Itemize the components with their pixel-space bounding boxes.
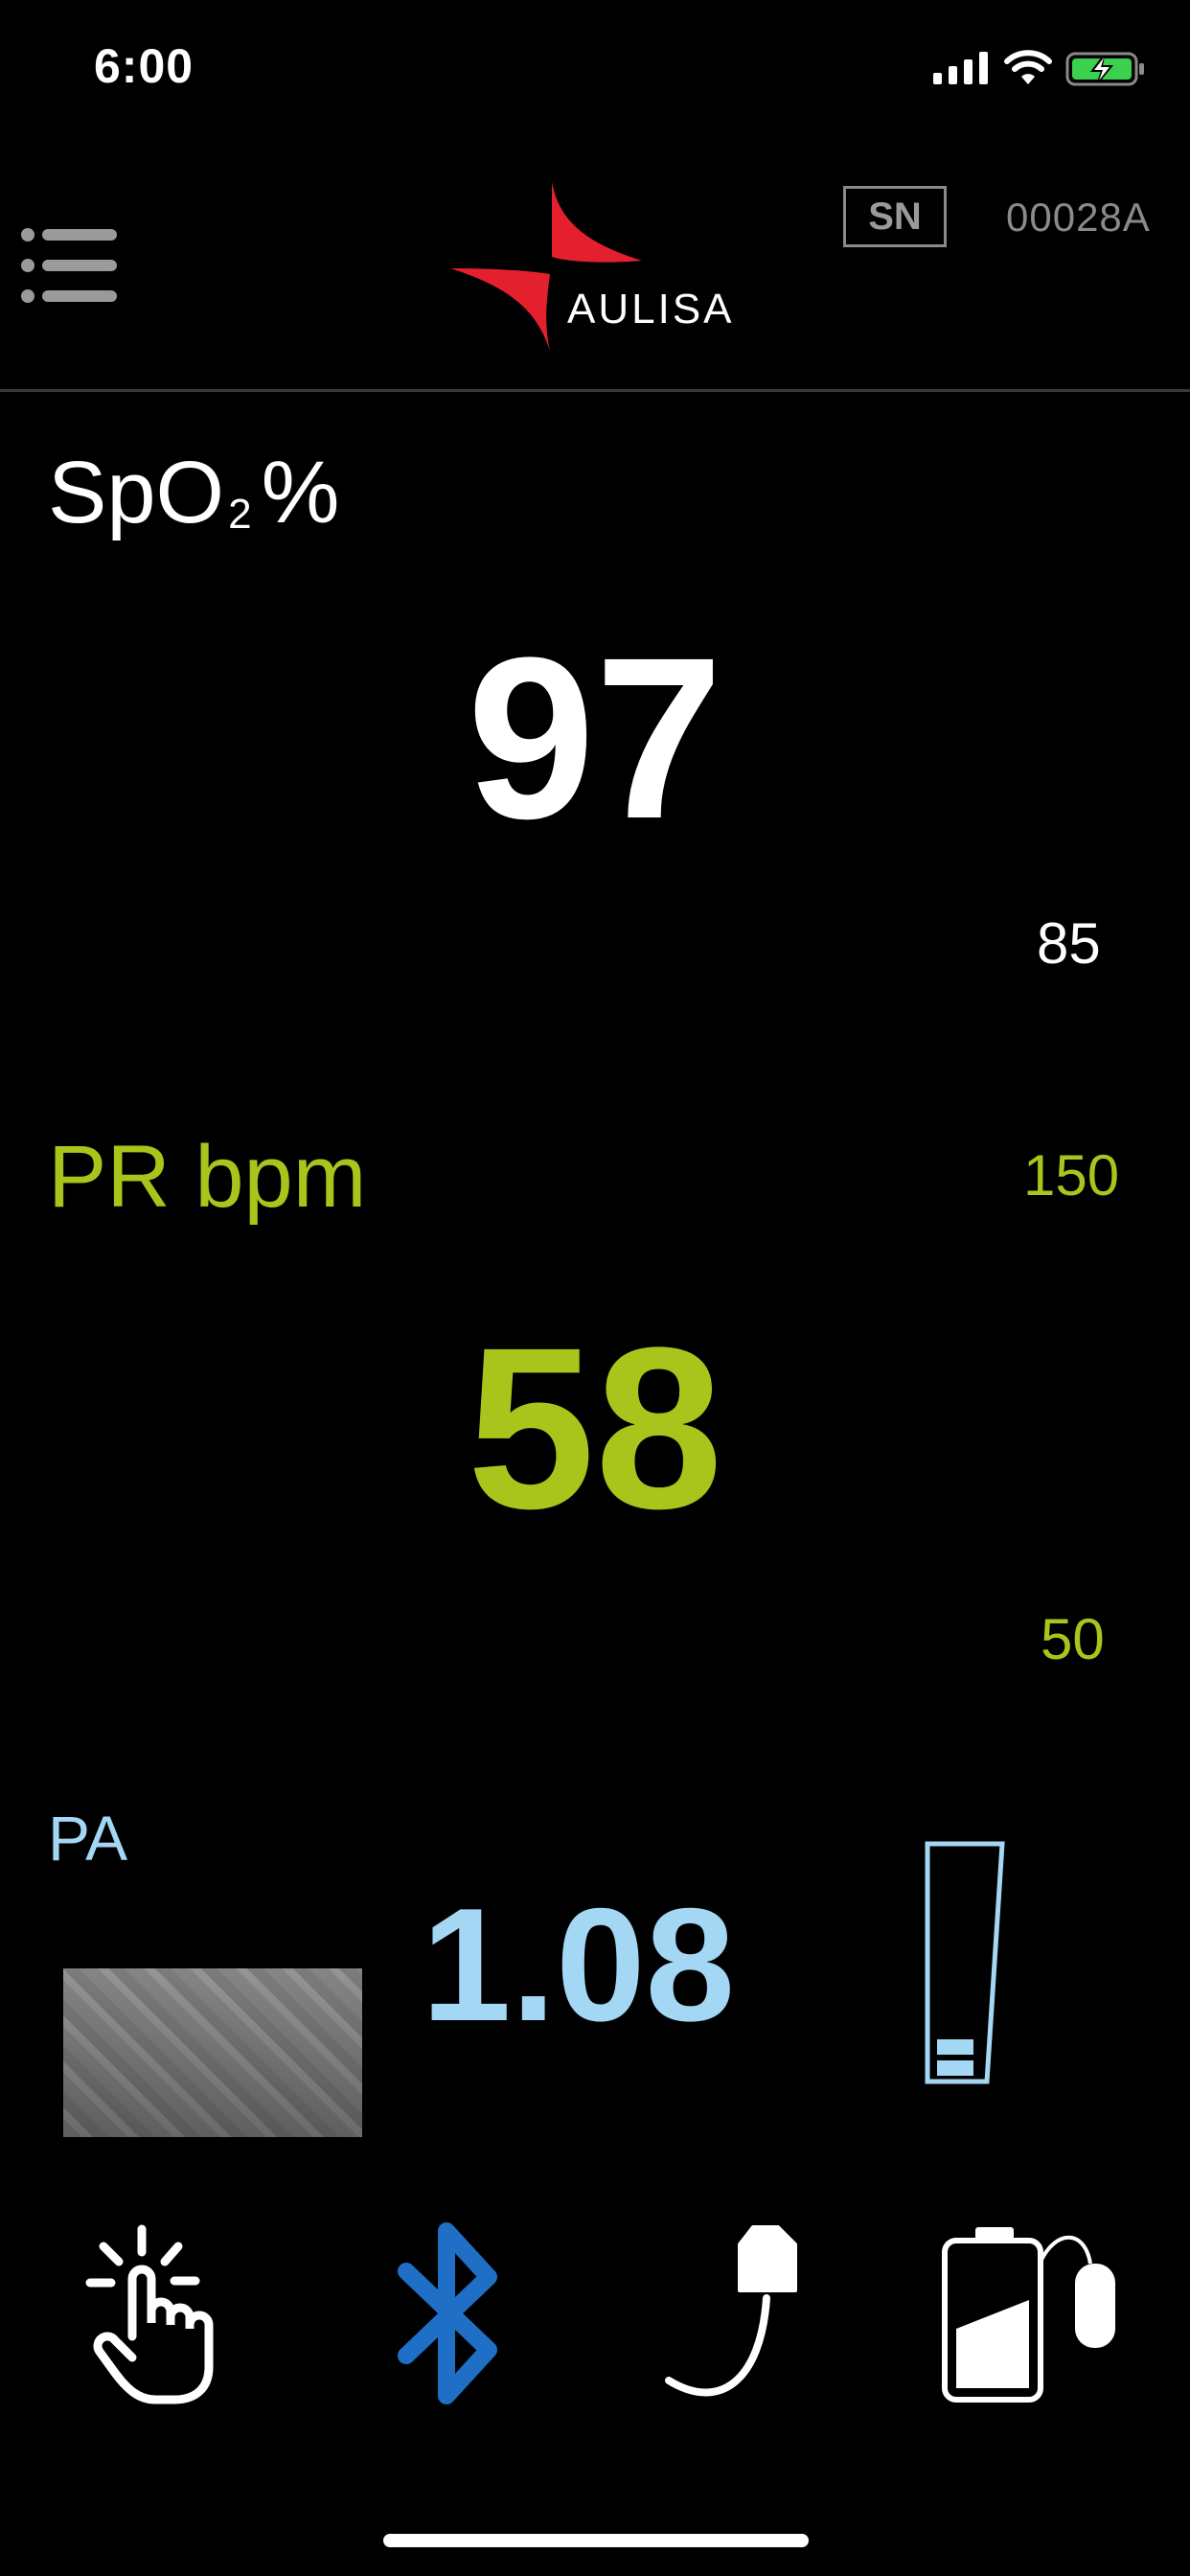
brand-name: AULISA (567, 286, 735, 333)
header-divider (0, 389, 1190, 392)
wifi-icon (1004, 50, 1052, 84)
touch-button[interactable] (82, 2223, 245, 2410)
spo2-label-sub: 2 (228, 491, 252, 538)
home-indicator[interactable] (383, 2534, 809, 2547)
spo2-value: 97 (467, 610, 723, 866)
bluetooth-icon (398, 2222, 497, 2404)
pa-value: 1.08 (422, 1874, 735, 2055)
pr-value: 58 (467, 1300, 723, 1556)
battery-status-button[interactable] (941, 2223, 1123, 2410)
touch-icon (85, 2224, 214, 2404)
battery-sensor-icon (942, 2227, 1115, 2403)
spo2-label-main: SpO (48, 444, 225, 541)
pr-low-limit: 50 (1041, 1607, 1105, 1671)
sn-badge: SN (843, 186, 947, 247)
sensor-icon (665, 2225, 797, 2397)
pa-strength-bar (925, 1841, 1005, 2084)
pa-label: PA (48, 1803, 128, 1874)
spo2-label: SpO2% (48, 443, 339, 543)
sensor-button[interactable] (661, 2220, 814, 2412)
spo2-label-unit: % (261, 444, 340, 541)
pr-label: PR bpm (48, 1128, 367, 1226)
status-time: 6:00 (94, 39, 195, 93)
pleth-thumbnail[interactable] (63, 1968, 362, 2137)
spo2-low-limit: 85 (1037, 911, 1101, 976)
pr-high-limit: 150 (1023, 1143, 1120, 1208)
hamburger-menu-icon (21, 228, 117, 303)
bluetooth-button[interactable] (397, 2220, 502, 2412)
signal-icon (933, 52, 988, 84)
menu-button[interactable] (19, 222, 121, 309)
pa-bar-segment (937, 2039, 973, 2055)
serial-number: 00028A (1006, 195, 1151, 240)
pa-bar-segment (937, 2060, 973, 2076)
battery-charging-icon (1065, 52, 1144, 86)
